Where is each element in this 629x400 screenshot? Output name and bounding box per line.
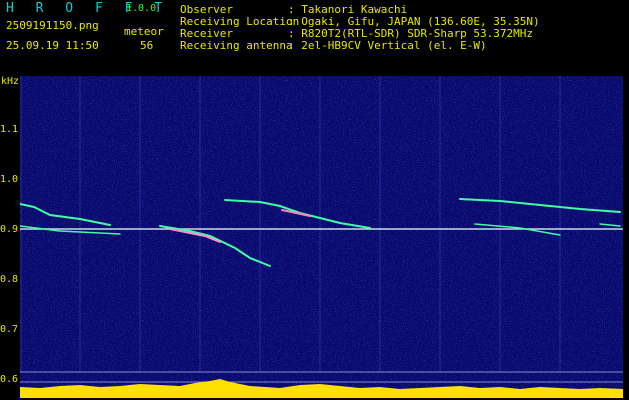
y-tick: 0.8 <box>0 274 19 285</box>
y-tick: 0.7 <box>0 324 19 335</box>
meteor-label: meteor <box>124 25 164 38</box>
y-tick: 0.6 <box>0 374 19 385</box>
info-value-antenna: : 2el-HB9CV Vertical (el. E-W) <box>288 39 487 52</box>
info-key-antenna: Receiving antenna <box>180 39 293 52</box>
spectrogram <box>20 76 623 398</box>
y-tick: 1.1 <box>0 124 19 135</box>
y-tick: 1.0 <box>0 174 19 185</box>
meteor-count: 56 <box>140 39 154 52</box>
plot-noise <box>20 76 623 398</box>
hrofft-window: H R O F F T 1.0.0 2509191150.png 25.09.1… <box>0 0 629 400</box>
file-name: 2509191150.png <box>6 19 99 32</box>
app-version: 1.0.0 <box>126 3 157 14</box>
y-axis-unit: kHz <box>1 76 20 87</box>
capture-datetime: 25.09.19 11:50 <box>6 39 99 52</box>
y-tick: 0.9 <box>0 224 19 235</box>
